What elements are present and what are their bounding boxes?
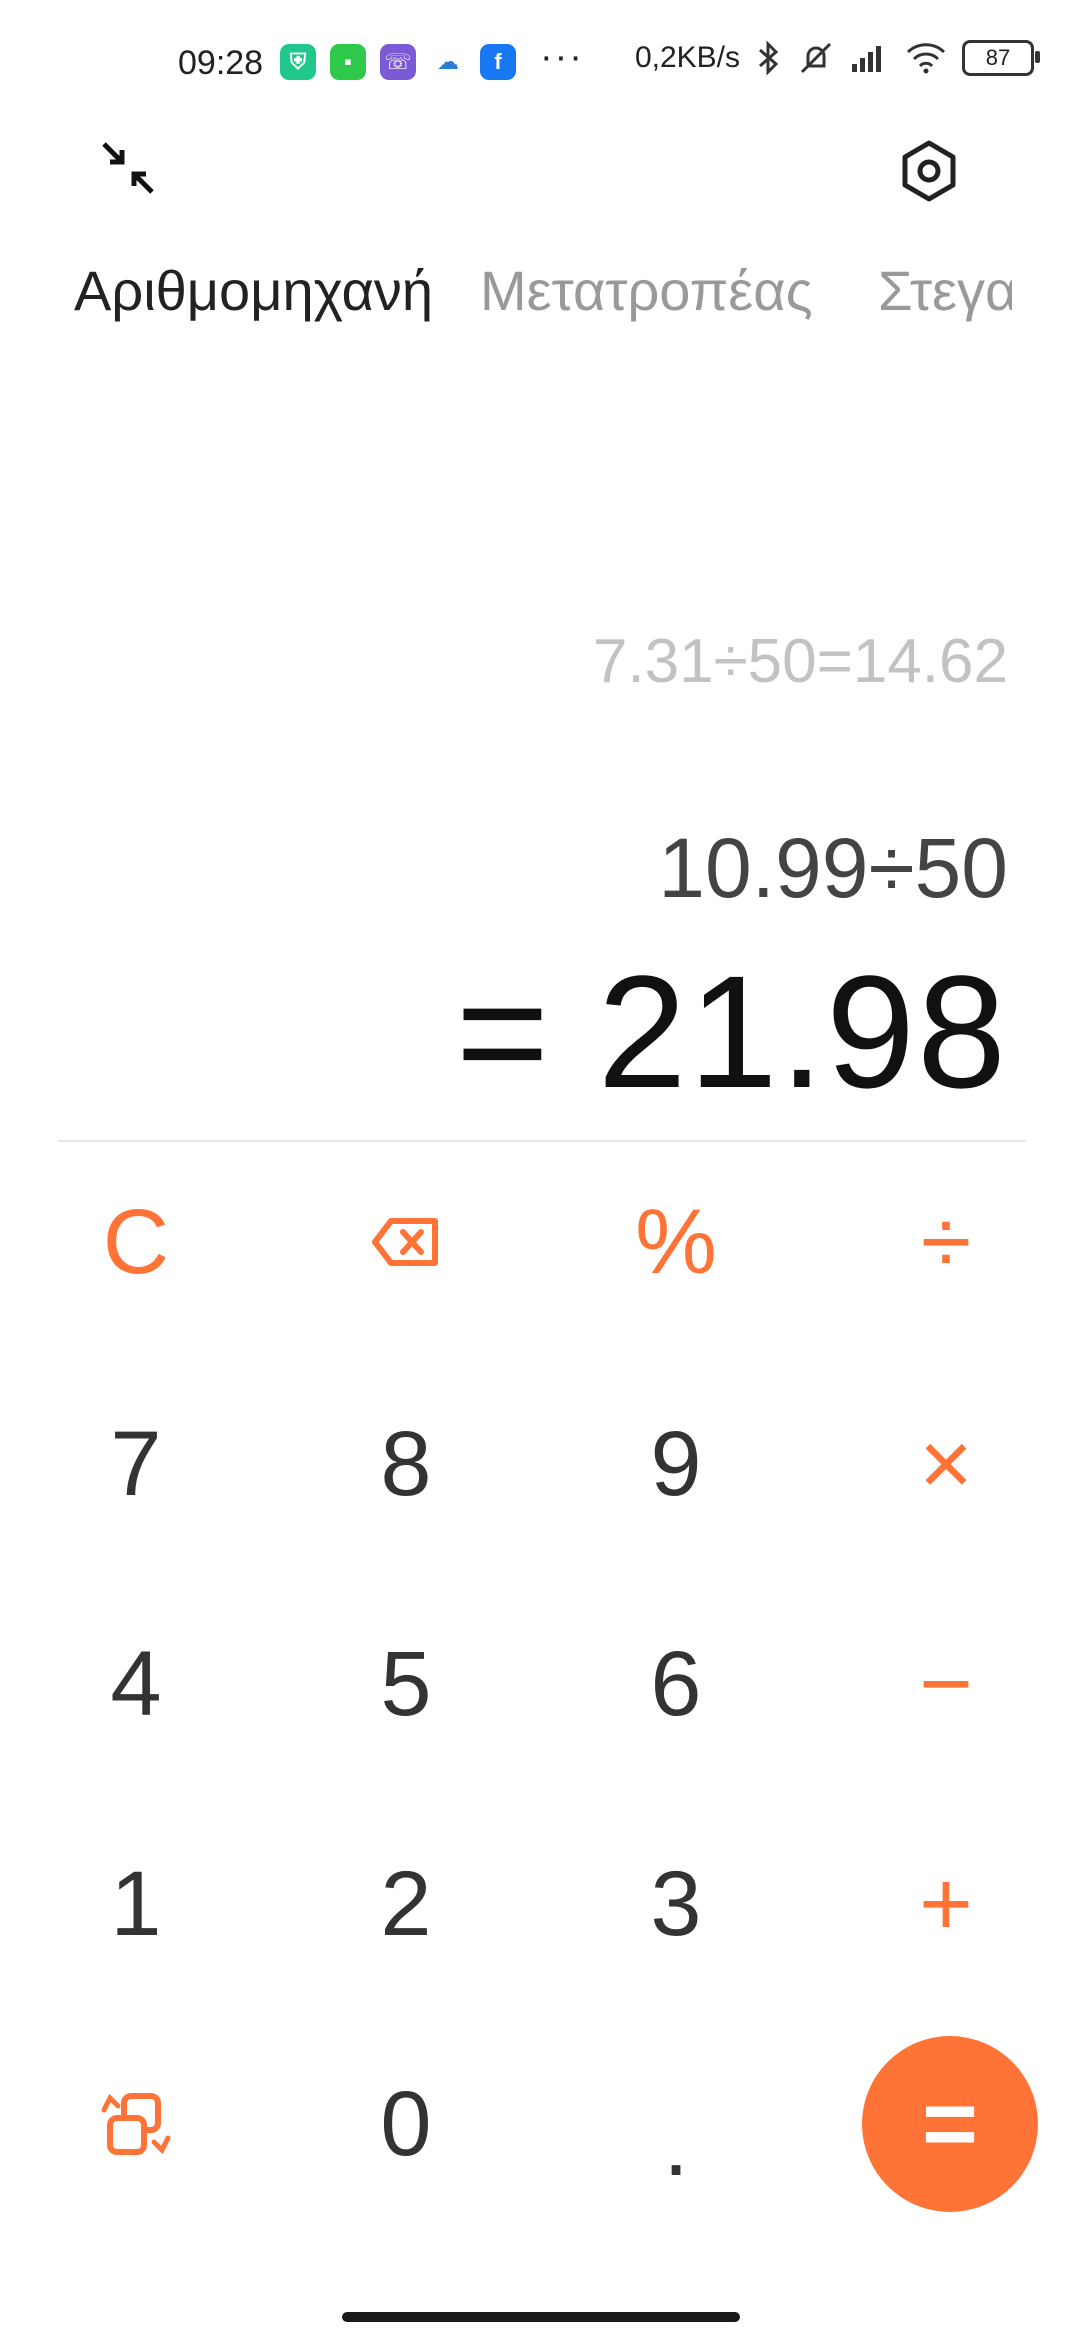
history-line[interactable]: 7.31÷50=14.62 <box>593 626 1008 697</box>
tab-calculator[interactable]: Αριθμομηχανή <box>74 258 433 323</box>
settings-button[interactable] <box>896 138 962 204</box>
backspace-icon <box>372 1218 438 1266</box>
status-bar: 09:28 ⛨ ▪ ☏ ☁ f ··· 0,2KB/s 87 <box>0 0 1080 120</box>
digit-4-button[interactable]: 4 <box>36 1604 236 1764</box>
mute-icon <box>800 42 832 74</box>
switch-mode-button[interactable] <box>36 2044 236 2204</box>
result-value: = 21.98 <box>455 942 1008 1121</box>
divide-button[interactable]: ÷ <box>846 1162 1046 1322</box>
decimal-point-button[interactable]: . <box>576 2044 776 2204</box>
display-divider <box>58 1140 1026 1142</box>
digit-6-button[interactable]: 6 <box>576 1604 776 1764</box>
battery-icon: 87 <box>962 40 1040 76</box>
current-expression: 10.99÷50 <box>658 821 1008 915</box>
battery-level: 87 <box>985 45 1011 70</box>
plus-button[interactable]: + <box>846 1824 1046 1984</box>
wifi-icon <box>906 43 946 74</box>
weather-icon: ☁ <box>430 44 466 80</box>
equals-label: = <box>921 2070 979 2177</box>
chat-app-icon: ▪ <box>330 44 366 80</box>
shield-app-icon: ⛨ <box>280 44 316 80</box>
network-speed: 0,2KB/s <box>634 41 740 74</box>
mode-tabs: Αριθμομηχανή Μετατροπέας Στεγα <box>0 258 1012 338</box>
more-notifications-icon: ··· <box>540 36 584 78</box>
clear-button[interactable]: C <box>36 1162 236 1322</box>
digit-0-button[interactable]: 0 <box>306 2044 506 2204</box>
status-time: 09:28 <box>178 44 264 82</box>
viber-icon: ☏ <box>380 44 416 80</box>
facebook-icon: f <box>480 44 516 80</box>
digit-2-button[interactable]: 2 <box>306 1824 506 1984</box>
collapse-button[interactable] <box>98 138 158 198</box>
tab-mortgage[interactable]: Στεγα <box>878 258 1012 323</box>
collapse-icon <box>102 142 154 194</box>
digit-7-button[interactable]: 7 <box>36 1384 236 1544</box>
swap-mode-icon <box>101 2093 171 2155</box>
home-indicator[interactable] <box>342 2312 740 2322</box>
multiply-button[interactable]: × <box>846 1384 1046 1544</box>
status-right: 0,2KB/s 87 <box>634 40 1040 76</box>
settings-icon <box>902 140 956 202</box>
signal-icon <box>852 46 881 72</box>
equals-button[interactable]: = <box>862 2036 1038 2212</box>
percent-button[interactable]: % <box>576 1162 776 1322</box>
notification-icons: ⛨ ▪ ☏ ☁ f <box>280 44 516 80</box>
minus-button[interactable]: − <box>846 1604 1046 1764</box>
bluetooth-icon <box>759 40 779 76</box>
digit-8-button[interactable]: 8 <box>306 1384 506 1544</box>
digit-9-button[interactable]: 9 <box>576 1384 776 1544</box>
digit-3-button[interactable]: 3 <box>576 1824 776 1984</box>
digit-5-button[interactable]: 5 <box>306 1604 506 1764</box>
tab-converter[interactable]: Μετατροπέας <box>480 258 813 323</box>
digit-1-button[interactable]: 1 <box>36 1824 236 1984</box>
backspace-button[interactable] <box>306 1162 506 1322</box>
